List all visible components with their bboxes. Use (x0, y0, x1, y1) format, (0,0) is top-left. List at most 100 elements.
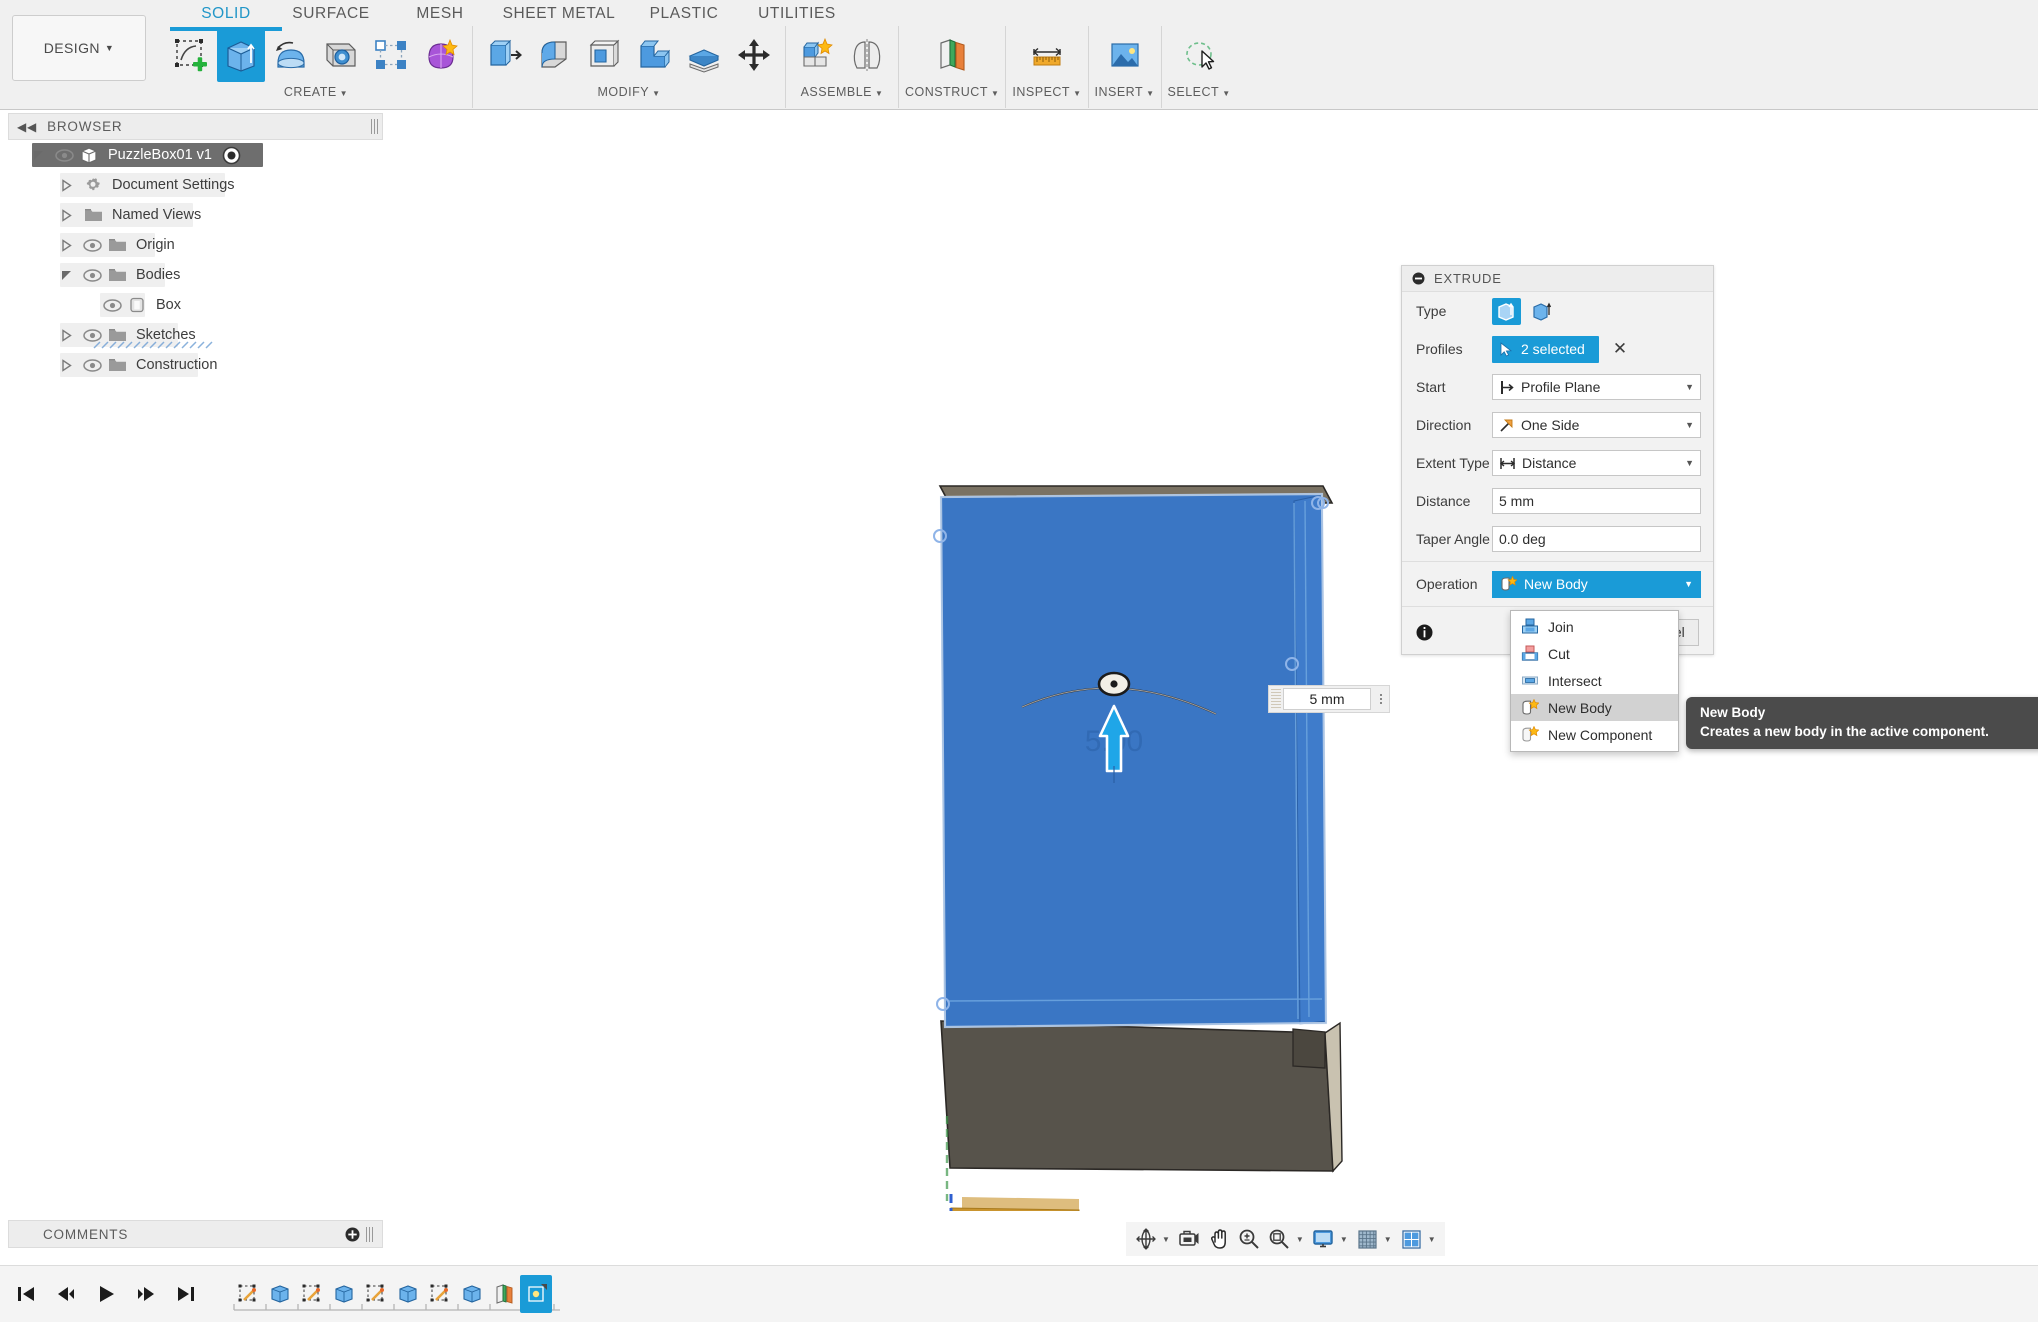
revolve-icon[interactable] (267, 28, 315, 82)
minus-circle-icon[interactable] (1412, 272, 1425, 285)
operation-item-intersect[interactable]: Intersect (1511, 667, 1678, 694)
tab-solid[interactable]: SOLID (170, 3, 282, 31)
tab-plastic[interactable]: PLASTIC (626, 3, 742, 23)
ribbon-group-label-modify[interactable]: MODIFY ▼ (597, 85, 660, 99)
expand-arrow-right-icon[interactable] (60, 358, 80, 372)
visibility-eye-icon[interactable] (52, 148, 76, 162)
comments-resize-grip[interactable] (366, 1226, 374, 1242)
distance-input[interactable]: 5 mm (1492, 488, 1701, 514)
canvas-dimension-input[interactable]: 5 mm (1268, 685, 1390, 713)
visibility-eye-icon[interactable] (100, 298, 124, 312)
activate-radio-icon[interactable] (222, 146, 241, 165)
pattern-icon[interactable] (367, 28, 415, 82)
collapse-panel-icon[interactable]: ◀◀ (17, 120, 37, 134)
expand-arrow-down-icon[interactable] (60, 269, 80, 282)
chevron-down-icon[interactable]: ▼ (1428, 1235, 1436, 1244)
grid-snap-icon[interactable] (1354, 1226, 1381, 1253)
expand-arrow-right-icon[interactable] (60, 178, 80, 192)
tab-sheet-metal[interactable]: SHEET METAL (492, 3, 626, 23)
start-dropdown[interactable]: Profile Plane ▼ (1492, 374, 1701, 400)
operation-item-new-body[interactable]: New Body (1511, 694, 1678, 721)
add-comment-icon[interactable] (345, 1227, 360, 1242)
browser-node-origin[interactable]: Origin (8, 230, 383, 260)
pan-hand-icon[interactable] (1206, 1226, 1233, 1253)
new-component-icon[interactable] (793, 28, 841, 82)
ribbon-group-label-insert[interactable]: INSERT ▼ (1095, 85, 1155, 99)
display-settings-icon[interactable] (1310, 1226, 1337, 1253)
create-sketch-icon[interactable] (167, 28, 215, 82)
operation-item-join[interactable]: Join (1511, 613, 1678, 640)
workspace-switcher[interactable]: DESIGN ▼ (12, 15, 146, 81)
select-lasso-icon[interactable] (1175, 28, 1223, 82)
profiles-selection-chip[interactable]: 2 selected (1492, 335, 1599, 363)
browser-header[interactable]: ◀◀ BROWSER (8, 113, 383, 140)
play-icon[interactable] (94, 1281, 118, 1307)
go-to-end-icon[interactable] (174, 1281, 198, 1307)
extrude-tapered-icon[interactable] (1527, 298, 1556, 325)
extrude-dialog-header[interactable]: EXTRUDE (1402, 266, 1713, 292)
kebab-menu-icon[interactable] (1373, 694, 1389, 704)
look-at-icon[interactable] (1176, 1226, 1203, 1253)
timeline-feature-sketch-3[interactable] (360, 1275, 392, 1313)
shell-icon[interactable] (580, 28, 628, 82)
info-icon[interactable] (1416, 624, 1433, 641)
browser-node-construction[interactable]: Construction (8, 350, 383, 380)
ribbon-group-label-create[interactable]: CREATE ▼ (284, 85, 348, 99)
chevron-down-icon[interactable]: ▼ (1685, 458, 1694, 468)
operation-item-cut[interactable]: Cut (1511, 640, 1678, 667)
tab-mesh[interactable]: MESH (388, 3, 492, 23)
panel-resize-grip[interactable] (371, 119, 379, 134)
tab-surface[interactable]: SURFACE (274, 3, 388, 23)
direction-dropdown[interactable]: One Side ▼ (1492, 412, 1701, 438)
ribbon-group-label-inspect[interactable]: INSPECT ▼ (1012, 85, 1081, 99)
chevron-down-icon[interactable]: ▼ (1685, 420, 1694, 430)
tab-utilities[interactable]: UTILITIES (742, 3, 852, 23)
operation-item-new-component[interactable]: New Component (1511, 721, 1678, 748)
chevron-down-icon[interactable]: ▼ (1384, 1235, 1392, 1244)
browser-node-puzzlebox01[interactable]: PuzzleBox01 v1 (8, 140, 383, 170)
ribbon-group-label-select[interactable]: SELECT ▼ (1168, 85, 1231, 99)
browser-node-document-settings[interactable]: Document Settings (8, 170, 383, 200)
joint-icon[interactable] (843, 28, 891, 82)
chevron-down-icon[interactable]: ▼ (1162, 1235, 1170, 1244)
combine-icon[interactable] (630, 28, 678, 82)
chevron-down-icon[interactable]: ▼ (1685, 382, 1694, 392)
measure-icon[interactable] (1023, 28, 1071, 82)
chevron-down-icon[interactable]: ▼ (1684, 579, 1693, 589)
move-copy-icon[interactable] (730, 28, 778, 82)
orbit-icon[interactable] (1132, 1226, 1159, 1253)
chevron-down-icon[interactable]: ▼ (1340, 1235, 1348, 1244)
timeline-feature-extrude-2[interactable] (328, 1275, 360, 1313)
go-to-beginning-icon[interactable] (14, 1281, 38, 1307)
operation-dropdown[interactable]: New Body ▼ (1492, 570, 1701, 598)
extrude-solid-icon[interactable] (1492, 297, 1521, 325)
offset-plane-icon[interactable] (928, 28, 976, 82)
expand-arrow-right-icon[interactable] (60, 238, 80, 252)
drag-grip-icon[interactable] (1271, 689, 1281, 709)
step-back-icon[interactable] (54, 1281, 78, 1307)
insert-image-icon[interactable] (1101, 28, 1149, 82)
fillet-icon[interactable] (530, 28, 578, 82)
extrude-icon[interactable] (217, 28, 265, 82)
hole-icon[interactable] (317, 28, 365, 82)
press-pull-icon[interactable] (480, 28, 528, 82)
form-icon[interactable] (417, 28, 465, 82)
browser-node-sketches[interactable]: Sketches (8, 320, 383, 350)
dimension-value-field[interactable]: 5 mm (1283, 688, 1371, 710)
expand-arrow-down-icon[interactable] (32, 149, 52, 162)
timeline-feature-sketch-2[interactable] (296, 1275, 328, 1313)
timeline-feature-sketch-4[interactable] (424, 1275, 456, 1313)
timeline-feature-extrude-3[interactable] (392, 1275, 424, 1313)
taper-angle-input[interactable]: 0.0 deg (1492, 526, 1701, 552)
timeline-feature-extrude-4[interactable] (456, 1275, 488, 1313)
fit-icon[interactable] (1266, 1226, 1293, 1253)
ribbon-group-label-assemble[interactable]: ASSEMBLE ▼ (801, 85, 884, 99)
timeline-feature-sketch-1[interactable] (232, 1275, 264, 1313)
comments-panel[interactable]: COMMENTS (8, 1220, 383, 1248)
visibility-eye-icon[interactable] (80, 358, 104, 372)
expand-arrow-right-icon[interactable] (60, 328, 80, 342)
browser-node-bodies[interactable]: Bodies (8, 260, 383, 290)
visibility-eye-icon[interactable] (80, 268, 104, 282)
extent-type-dropdown[interactable]: Distance ▼ (1492, 450, 1701, 476)
timeline-feature-extrude-1[interactable] (264, 1275, 296, 1313)
